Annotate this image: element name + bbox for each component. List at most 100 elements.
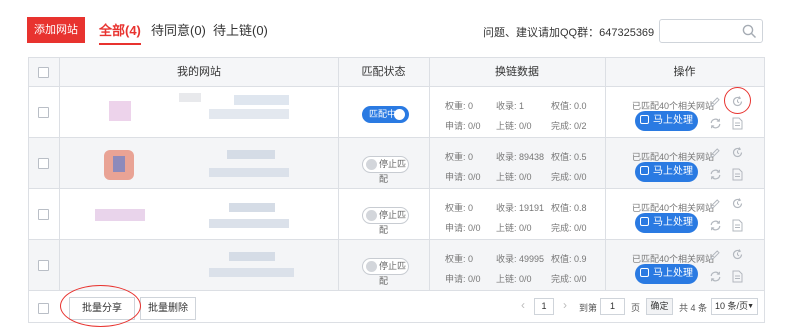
batch-share-button[interactable]: 批量分享 <box>69 297 135 320</box>
table-row: 匹配中 权重: 0 收录: 1 权值: 0.0 申请: 0/0 上链: 0/0 … <box>29 87 764 138</box>
site-url-redacted <box>209 109 289 119</box>
header-actions: 操作 <box>673 66 696 78</box>
toggle-knob <box>394 109 405 120</box>
edit-icon[interactable] <box>709 249 721 261</box>
weight2-value: 权值: 0.5 <box>551 152 587 162</box>
match-toggle[interactable]: 停止匹配 <box>362 207 409 235</box>
edit-icon[interactable] <box>709 198 721 210</box>
sync-icon[interactable] <box>709 270 722 283</box>
select-all-checkbox[interactable] <box>38 67 49 78</box>
match-toggle[interactable]: 停止匹配 <box>362 156 409 184</box>
page-size-value: 10 条/页 <box>715 301 749 311</box>
add-website-button[interactable]: 添加网站 <box>27 17 85 43</box>
chain-value: 上链: 0/0 <box>496 274 532 284</box>
apply-value: 申请: 0/0 <box>445 274 481 284</box>
qq-group-text: 问题、建议请加QQ群：647325369 <box>483 27 655 39</box>
edit-icon[interactable] <box>709 147 721 159</box>
image-icon <box>640 166 649 175</box>
toggle-knob <box>366 261 377 272</box>
image-icon <box>640 268 649 277</box>
process-now-label: 马上处理 <box>653 268 693 279</box>
document-icon[interactable] <box>732 270 743 283</box>
tab-all[interactable]: 全部(4) <box>99 20 141 45</box>
match-toggle[interactable]: 匹配中 <box>362 106 409 123</box>
document-icon[interactable] <box>732 168 743 181</box>
toggle-knob <box>366 210 377 221</box>
goto-page-input[interactable]: 1 <box>600 298 625 315</box>
site-name-redacted <box>179 93 201 102</box>
toolbar: 添加网站 全部(4) 待同意(0) 待上链(0) 问题、建议请加QQ群：6473… <box>0 0 799 50</box>
site-name-redacted <box>234 95 289 105</box>
tab-pending-agree[interactable]: 待同意(0) <box>151 20 206 39</box>
process-now-label: 马上处理 <box>653 115 693 126</box>
included-value: 收录: 19191 <box>496 203 545 213</box>
sync-icon[interactable] <box>709 168 722 181</box>
toggle-knob <box>366 159 377 170</box>
image-icon <box>640 217 649 226</box>
process-now-button[interactable]: 马上处理 <box>635 213 698 233</box>
chain-value: 上链: 0/0 <box>496 223 532 233</box>
row-checkbox[interactable] <box>38 107 49 118</box>
weight-value: 权重: 0 <box>445 203 474 213</box>
apply-value: 申请: 0/0 <box>445 172 481 182</box>
edit-icon[interactable] <box>709 96 721 108</box>
batch-delete-button[interactable]: 批量删除 <box>140 297 196 320</box>
current-page[interactable]: 1 <box>534 298 554 315</box>
row-checkbox[interactable] <box>38 260 49 271</box>
column-divider <box>429 58 430 291</box>
search-input[interactable] <box>659 19 763 43</box>
site-favicon <box>95 209 145 221</box>
refresh-timer-icon[interactable] <box>731 146 744 159</box>
process-now-button[interactable]: 马上处理 <box>635 111 698 131</box>
done-value: 完成: 0/2 <box>551 121 587 131</box>
tab-pending-chain[interactable]: 待上链(0) <box>213 20 268 39</box>
sync-icon[interactable] <box>709 219 722 232</box>
total-count: 共 4 条 <box>679 303 708 313</box>
row-checkbox[interactable] <box>38 209 49 220</box>
done-value: 完成: 0/0 <box>551 274 587 284</box>
search-icon[interactable] <box>742 24 757 39</box>
weight-value: 权重: 0 <box>445 101 474 111</box>
table-footer: 批量分享 批量删除 ‹ 1 › 到第 1 页 确定 共 4 条 10 条/页 ▼ <box>29 294 764 323</box>
document-icon[interactable] <box>732 219 743 232</box>
included-value: 收录: 89438 <box>496 152 545 162</box>
refresh-timer-icon[interactable] <box>731 95 744 108</box>
prev-page-button[interactable]: ‹ <box>521 298 525 312</box>
table-row: 停止匹配 权重: 0 收录: 89438 权值: 0.5 申请: 0/0 上链:… <box>29 138 764 189</box>
match-toggle-label: 停止匹配 <box>379 210 407 235</box>
site-url-redacted <box>209 219 289 228</box>
weight-value: 权重: 0 <box>445 254 474 264</box>
process-now-button[interactable]: 马上处理 <box>635 264 698 284</box>
site-url-redacted <box>209 268 294 277</box>
match-toggle-label: 匹配中 <box>369 109 397 119</box>
apply-value: 申请: 0/0 <box>445 121 481 131</box>
done-value: 完成: 0/0 <box>551 223 587 233</box>
row-checkbox[interactable] <box>38 158 49 169</box>
image-icon <box>640 115 649 124</box>
weight2-value: 权值: 0.0 <box>551 101 587 111</box>
sync-icon[interactable] <box>709 117 722 130</box>
chain-value: 上链: 0/0 <box>496 172 532 182</box>
document-icon[interactable] <box>732 117 743 130</box>
weight2-value: 权值: 0.9 <box>551 254 587 264</box>
table-row: 停止匹配 权重: 0 收录: 19191 权值: 0.8 申请: 0/0 上链:… <box>29 189 764 240</box>
site-url-redacted <box>209 168 289 177</box>
footer-select-all-checkbox[interactable] <box>38 303 49 314</box>
chevron-down-icon: ▼ <box>747 303 754 310</box>
column-divider <box>59 58 60 291</box>
confirm-page-button[interactable]: 确定 <box>646 298 673 315</box>
match-toggle[interactable]: 停止匹配 <box>362 258 409 286</box>
process-now-button[interactable]: 马上处理 <box>635 162 698 182</box>
page-size-select[interactable]: 10 条/页 ▼ <box>711 298 758 315</box>
refresh-timer-icon[interactable] <box>731 248 744 261</box>
refresh-timer-icon[interactable] <box>731 197 744 210</box>
included-value: 收录: 49995 <box>496 254 545 264</box>
page-unit-label: 页 <box>631 303 641 313</box>
header-link-data: 换链数据 <box>495 66 539 78</box>
next-page-button[interactable]: › <box>563 298 567 312</box>
table-row: 停止匹配 权重: 0 收录: 49995 权值: 0.9 申请: 0/0 上链:… <box>29 240 764 291</box>
done-value: 完成: 0/0 <box>551 172 587 182</box>
goto-label: 到第 <box>579 303 598 313</box>
site-name-redacted <box>227 150 275 159</box>
site-favicon-center <box>113 156 125 172</box>
